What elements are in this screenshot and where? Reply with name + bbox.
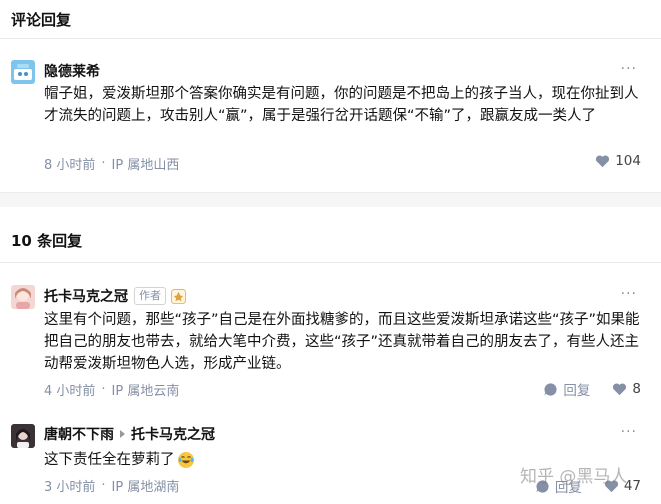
reply-text-row: 这下责任全在萝莉了 xyxy=(44,449,640,471)
reply-text: 这下责任全在萝莉了 xyxy=(44,452,175,468)
comment-meta: 8 小时前 · IP 属地山西 xyxy=(44,154,179,173)
avatar[interactable] xyxy=(11,424,35,448)
meta-separator: · xyxy=(101,478,106,493)
like-count: 47 xyxy=(623,478,641,494)
replies-divider xyxy=(0,262,661,263)
like-button[interactable]: 47 xyxy=(604,478,641,494)
heart-icon xyxy=(604,480,618,493)
like-count: 8 xyxy=(632,381,641,397)
replies-header: 10 条回复 xyxy=(0,221,661,259)
reply-text: 这里有个问题，那些“孩子”自己是在外面找糖爹的，而且这些爱泼斯坦承诺这些“孩子”… xyxy=(44,312,640,372)
reply-author[interactable]: 托卡马克之冠 xyxy=(44,286,128,306)
comment-actions: 104 xyxy=(595,153,641,169)
comment-reply-title: 评论回复 xyxy=(11,10,72,29)
like-button[interactable]: 8 xyxy=(612,381,641,397)
reply-time: 3 小时前 xyxy=(44,480,96,495)
badge-icon xyxy=(171,288,186,304)
comment-time: 8 小时前 xyxy=(44,158,96,173)
replies-count-title: 10 条回复 xyxy=(11,231,83,250)
reply-author-row: 唐朝不下雨 托卡马克之冠 xyxy=(44,424,215,444)
avatar[interactable] xyxy=(11,285,35,309)
author-tag: 作者 xyxy=(134,287,166,305)
reply-actions: 回复 47 xyxy=(535,476,641,496)
reply-actions: 回复 8 xyxy=(543,379,641,399)
reply-meta: 4 小时前 · IP 属地云南 xyxy=(44,380,179,399)
laugh-cry-emoji-icon xyxy=(177,452,194,468)
more-icon[interactable]: ··· xyxy=(621,286,637,302)
more-icon[interactable]: ··· xyxy=(621,424,637,440)
comment-author-row: 隐德莱希 xyxy=(44,61,100,81)
reply-button[interactable]: 回复 xyxy=(543,379,590,399)
reply-meta: 3 小时前 · IP 属地湖南 xyxy=(44,476,179,495)
comment-bubble-icon xyxy=(544,382,557,396)
reply-button[interactable]: 回复 xyxy=(535,476,582,496)
like-count: 104 xyxy=(615,153,641,169)
heart-icon xyxy=(596,155,610,168)
avatar[interactable] xyxy=(11,60,35,84)
reply-label: 回复 xyxy=(554,480,582,496)
comment-bubble-icon xyxy=(536,479,549,493)
meta-separator: · xyxy=(101,156,106,171)
comment-reply-header: 评论回复 xyxy=(0,0,661,38)
reply-to-arrow-icon xyxy=(120,430,125,438)
reply-ip: IP 属地湖南 xyxy=(111,480,180,495)
reply-author[interactable]: 唐朝不下雨 xyxy=(44,424,114,444)
like-button[interactable]: 104 xyxy=(595,153,641,169)
heart-icon xyxy=(613,383,627,396)
reply-time: 4 小时前 xyxy=(44,384,96,399)
reply-label: 回复 xyxy=(563,383,591,399)
reply-ip: IP 属地云南 xyxy=(111,384,180,399)
more-icon[interactable]: ··· xyxy=(621,61,637,77)
reply-author-row: 托卡马克之冠 作者 xyxy=(44,286,186,306)
comment-author[interactable]: 隐德莱希 xyxy=(44,61,100,81)
comment-text: 帽子姐，爱泼斯坦那个答案你确实是有问题，你的问题是不把岛上的孩子当人，现在你扯到… xyxy=(44,86,639,124)
band-top-divider xyxy=(0,192,661,193)
reply-to-user[interactable]: 托卡马克之冠 xyxy=(131,424,215,444)
comment-ip: IP 属地山西 xyxy=(111,158,180,173)
section-gap xyxy=(0,193,661,207)
header-divider xyxy=(0,38,661,39)
meta-separator: · xyxy=(101,382,106,397)
